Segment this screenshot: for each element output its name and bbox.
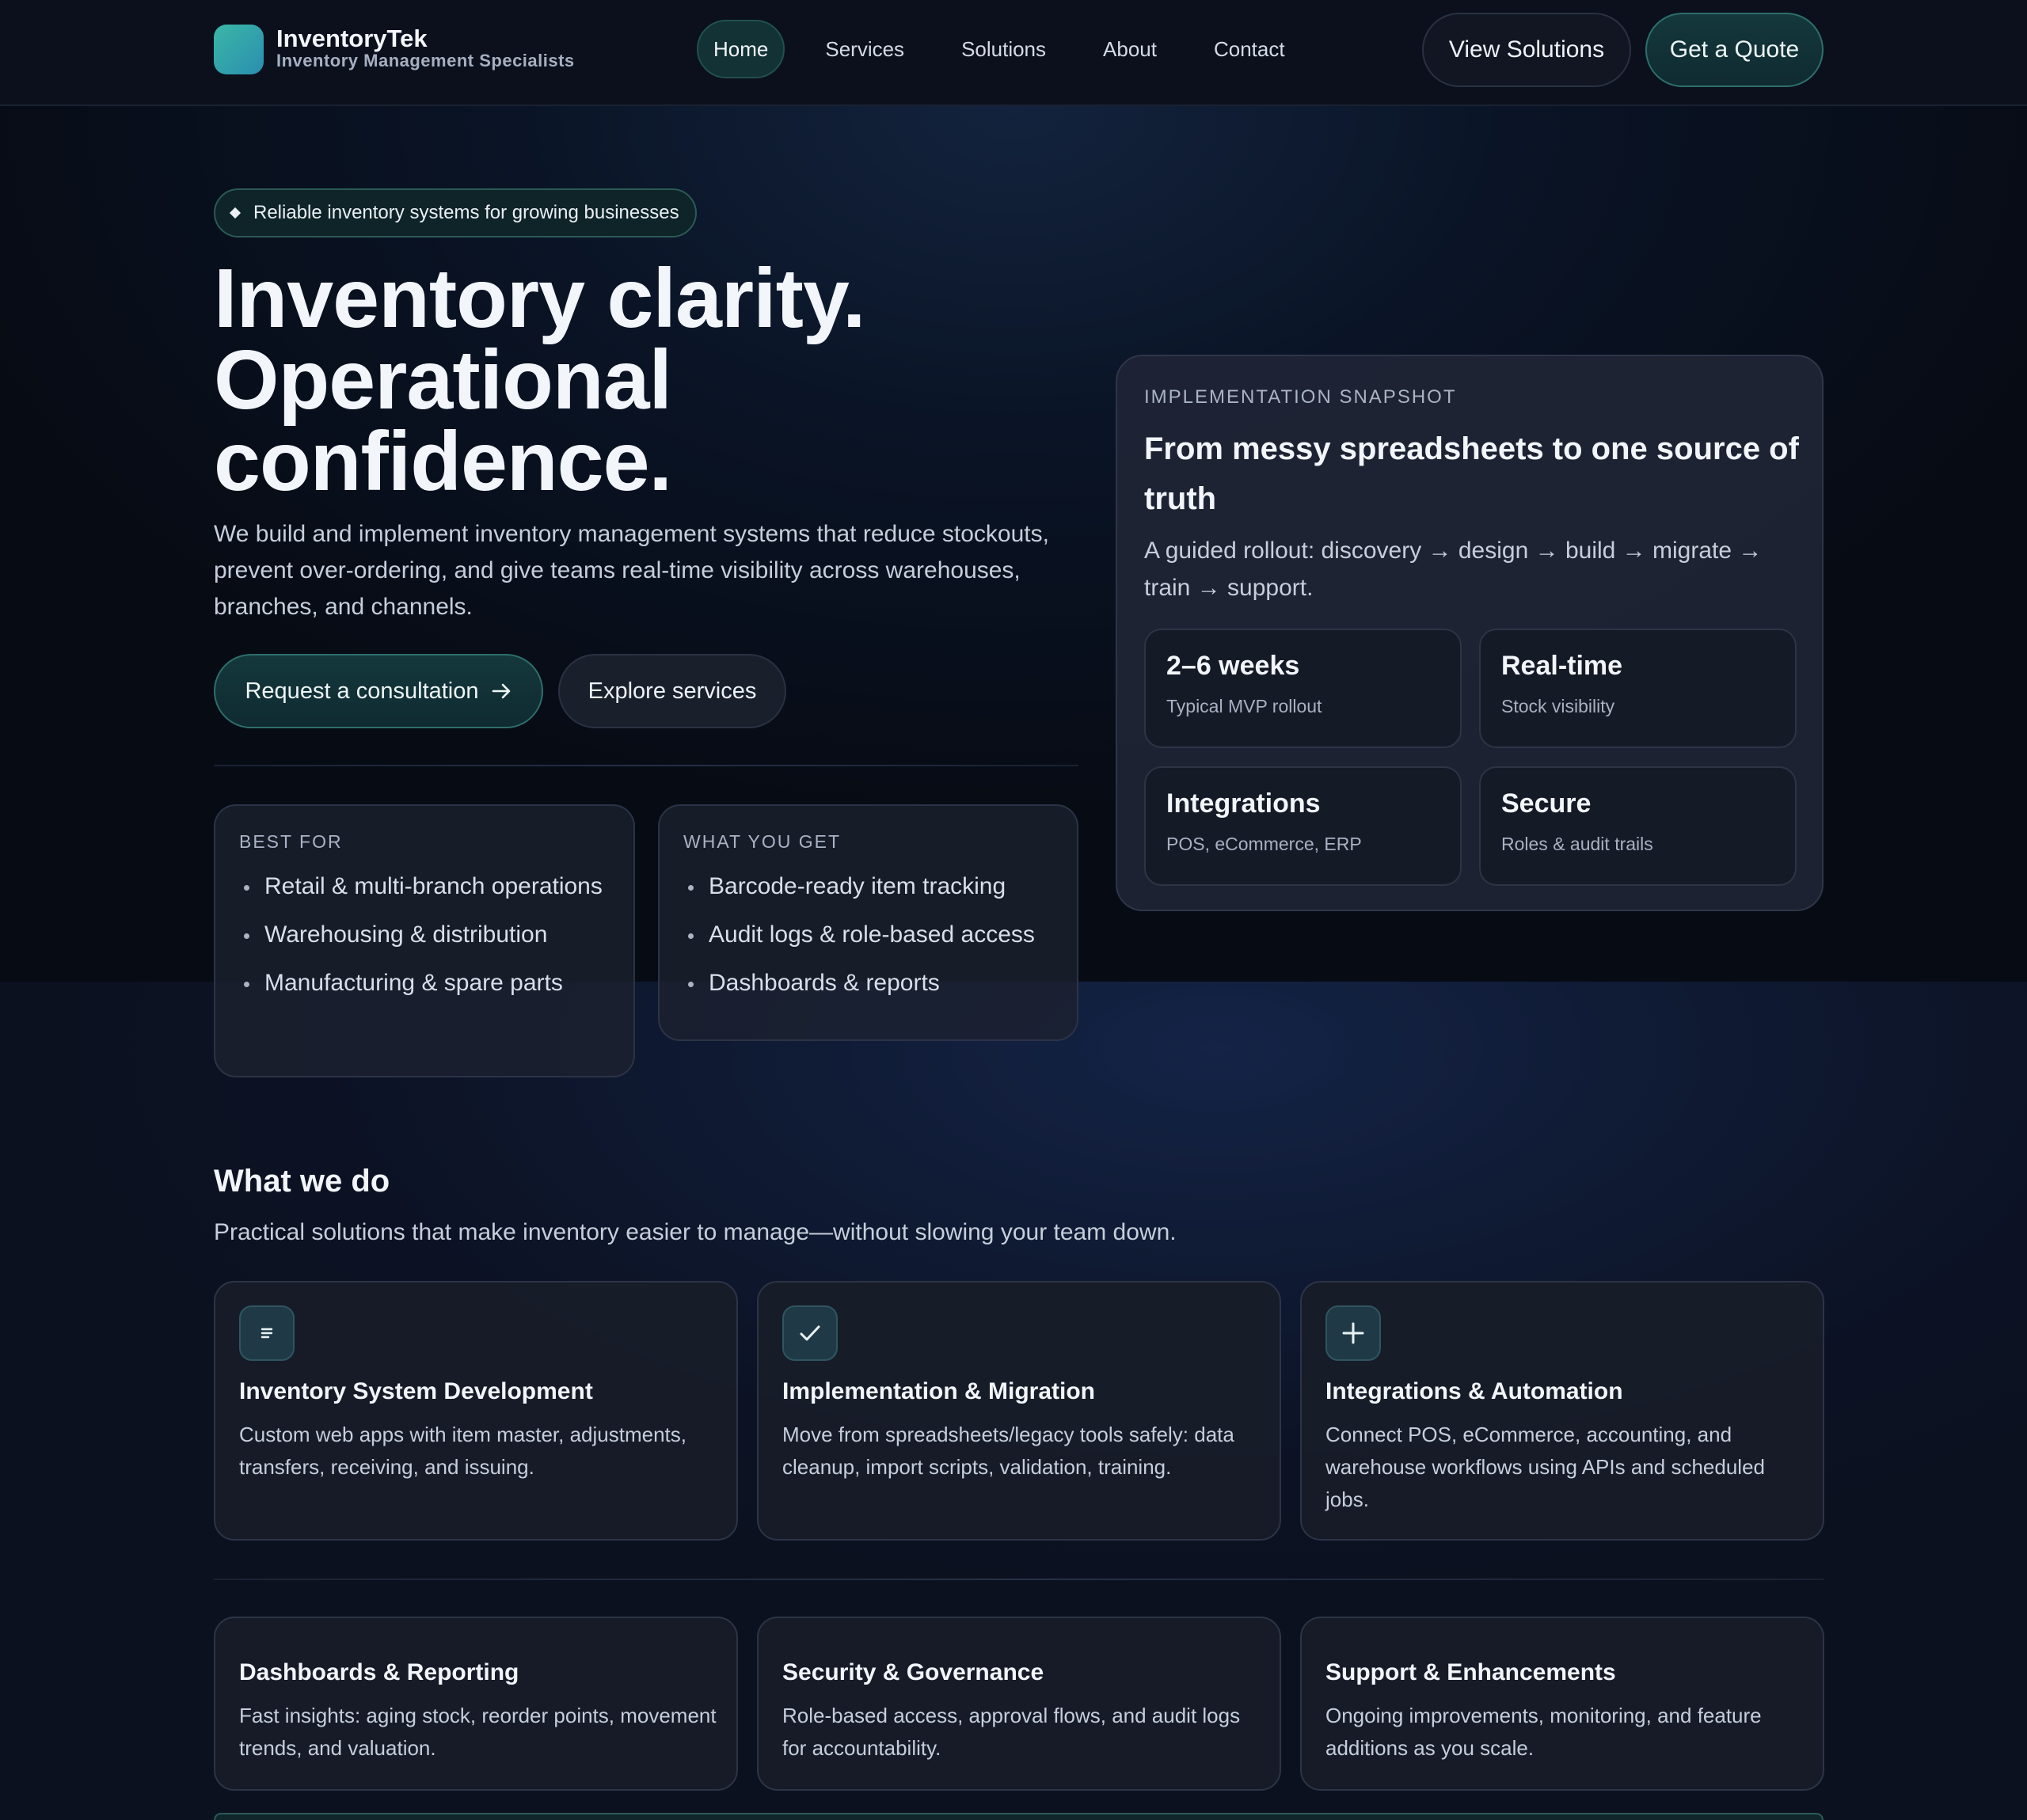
stat-card: 2–6 weeks Typical MVP rollout [1144, 629, 1462, 748]
nav-about[interactable]: About [1086, 20, 1173, 78]
brand-name[interactable]: InventoryTek [276, 25, 428, 53]
snapshot-title: From messy spreadsheets to one source of… [1144, 431, 1799, 516]
hero-badge-text: Reliable inventory systems for growing b… [253, 202, 679, 223]
hero-title: Inventory clarity. Operational confidenc… [214, 252, 1085, 508]
services-divider [214, 1579, 1824, 1580]
arrow-right-icon [492, 682, 512, 700]
stat-card: Real-time Stock visibility [1479, 629, 1797, 748]
service-title: Inventory System Development [239, 1378, 593, 1404]
stat-card: Integrations POS, eCommerce, ERP [1144, 766, 1462, 886]
hero-title-line-1: Inventory clarity. [214, 252, 865, 345]
stat-value: Secure [1501, 788, 1592, 819]
service-description: Ongoing improvements, monitoring, and fe… [1325, 1704, 1762, 1760]
what-you-get-list: Barcode-ready item tracking Audit logs &… [683, 868, 1053, 1001]
snapshot-label: IMPLEMENTATION SNAPSHOT [1144, 386, 1457, 408]
site-header: InventoryTek Inventory Management Specia… [0, 0, 2027, 106]
plus-icon [1325, 1305, 1381, 1361]
hero-title-line-3: confidence. [214, 415, 672, 508]
service-card-support-enhancements[interactable]: Support & Enhancements Ongoing improveme… [1300, 1617, 1824, 1791]
best-for-list: Retail & multi-branch operations Warehou… [239, 868, 610, 1001]
request-consultation-label: Request a consultation [245, 678, 479, 704]
next-section-edge [214, 1813, 1824, 1820]
stat-card: Secure Roles & audit trails [1479, 766, 1797, 886]
stat-value: 2–6 weeks [1166, 651, 1300, 681]
snapshot-description: A guided rollout: discovery → design → b… [1144, 538, 1763, 601]
nav-contact[interactable]: Contact [1197, 20, 1302, 78]
implementation-snapshot-card: IMPLEMENTATION SNAPSHOT From messy sprea… [1116, 355, 1824, 911]
service-card-integrations-automation[interactable]: Integrations & Automation Connect POS, e… [1300, 1281, 1824, 1541]
service-title: Integrations & Automation [1325, 1378, 1623, 1404]
service-card-security-governance[interactable]: Security & Governance Role-based access,… [757, 1617, 1281, 1791]
service-description: Move from spreadsheets/legacy tools safe… [782, 1423, 1234, 1479]
diamond-icon [229, 207, 241, 219]
stat-value: Integrations [1166, 788, 1321, 819]
service-title: Security & Governance [782, 1659, 1044, 1685]
list-item: Retail & multi-branch operations [239, 868, 610, 905]
get-quote-button[interactable]: Get a Quote [1645, 13, 1824, 87]
nav-home[interactable]: Home [697, 20, 785, 78]
list-icon [239, 1305, 295, 1361]
service-title: Support & Enhancements [1325, 1659, 1616, 1685]
stat-caption: POS, eCommerce, ERP [1166, 834, 1362, 854]
nav-solutions[interactable]: Solutions [945, 20, 1063, 78]
explore-services-button[interactable]: Explore services [558, 654, 786, 728]
brand-tagline: Inventory Management Specialists [276, 51, 575, 70]
list-item: Manufacturing & spare parts [239, 965, 610, 1001]
service-card-inventory-development[interactable]: Inventory System Development Custom web … [214, 1281, 738, 1541]
service-description: Custom web apps with item master, adjust… [239, 1423, 687, 1479]
list-item: Warehousing & distribution [239, 917, 610, 953]
services-title: What we do [214, 1164, 390, 1199]
service-description: Fast insights: aging stock, reorder poin… [239, 1704, 717, 1760]
nav-services[interactable]: Services [808, 20, 921, 78]
list-item: Dashboards & reports [683, 965, 1053, 1001]
hero-badge: Reliable inventory systems for growing b… [214, 188, 697, 237]
list-item: Audit logs & role-based access [683, 917, 1053, 953]
service-title: Implementation & Migration [782, 1378, 1096, 1404]
stat-caption: Typical MVP rollout [1166, 696, 1322, 716]
service-description: Role-based access, approval flows, and a… [782, 1704, 1241, 1760]
services-subtitle: Practical solutions that make inventory … [214, 1219, 1177, 1245]
stat-caption: Stock visibility [1501, 696, 1615, 716]
hero-description: We build and implement inventory managem… [214, 521, 1049, 620]
service-description: Connect POS, eCommerce, accounting, and … [1325, 1423, 1765, 1511]
list-item: Barcode-ready item tracking [683, 868, 1053, 905]
hero-title-line-2: Operational [214, 333, 672, 427]
service-title: Dashboards & Reporting [239, 1659, 519, 1685]
view-solutions-button[interactable]: View Solutions [1422, 13, 1631, 87]
service-card-dashboards-reporting[interactable]: Dashboards & Reporting Fast insights: ag… [214, 1617, 738, 1791]
best-for-card: BEST FOR Retail & multi-branch operation… [214, 804, 635, 1077]
check-icon [782, 1305, 838, 1361]
best-for-label: BEST FOR [239, 831, 343, 852]
service-card-implementation-migration[interactable]: Implementation & Migration Move from spr… [757, 1281, 1281, 1541]
main-nav: Home Services Solutions About Contact [697, 20, 1325, 78]
request-consultation-button[interactable]: Request a consultation [214, 654, 543, 728]
what-you-get-card: WHAT YOU GET Barcode-ready item tracking… [658, 804, 1078, 1041]
hero-divider [214, 765, 1078, 766]
stat-caption: Roles & audit trails [1501, 834, 1653, 854]
stat-value: Real-time [1501, 651, 1623, 681]
logo-icon[interactable] [214, 25, 264, 74]
what-you-get-label: WHAT YOU GET [683, 831, 842, 852]
